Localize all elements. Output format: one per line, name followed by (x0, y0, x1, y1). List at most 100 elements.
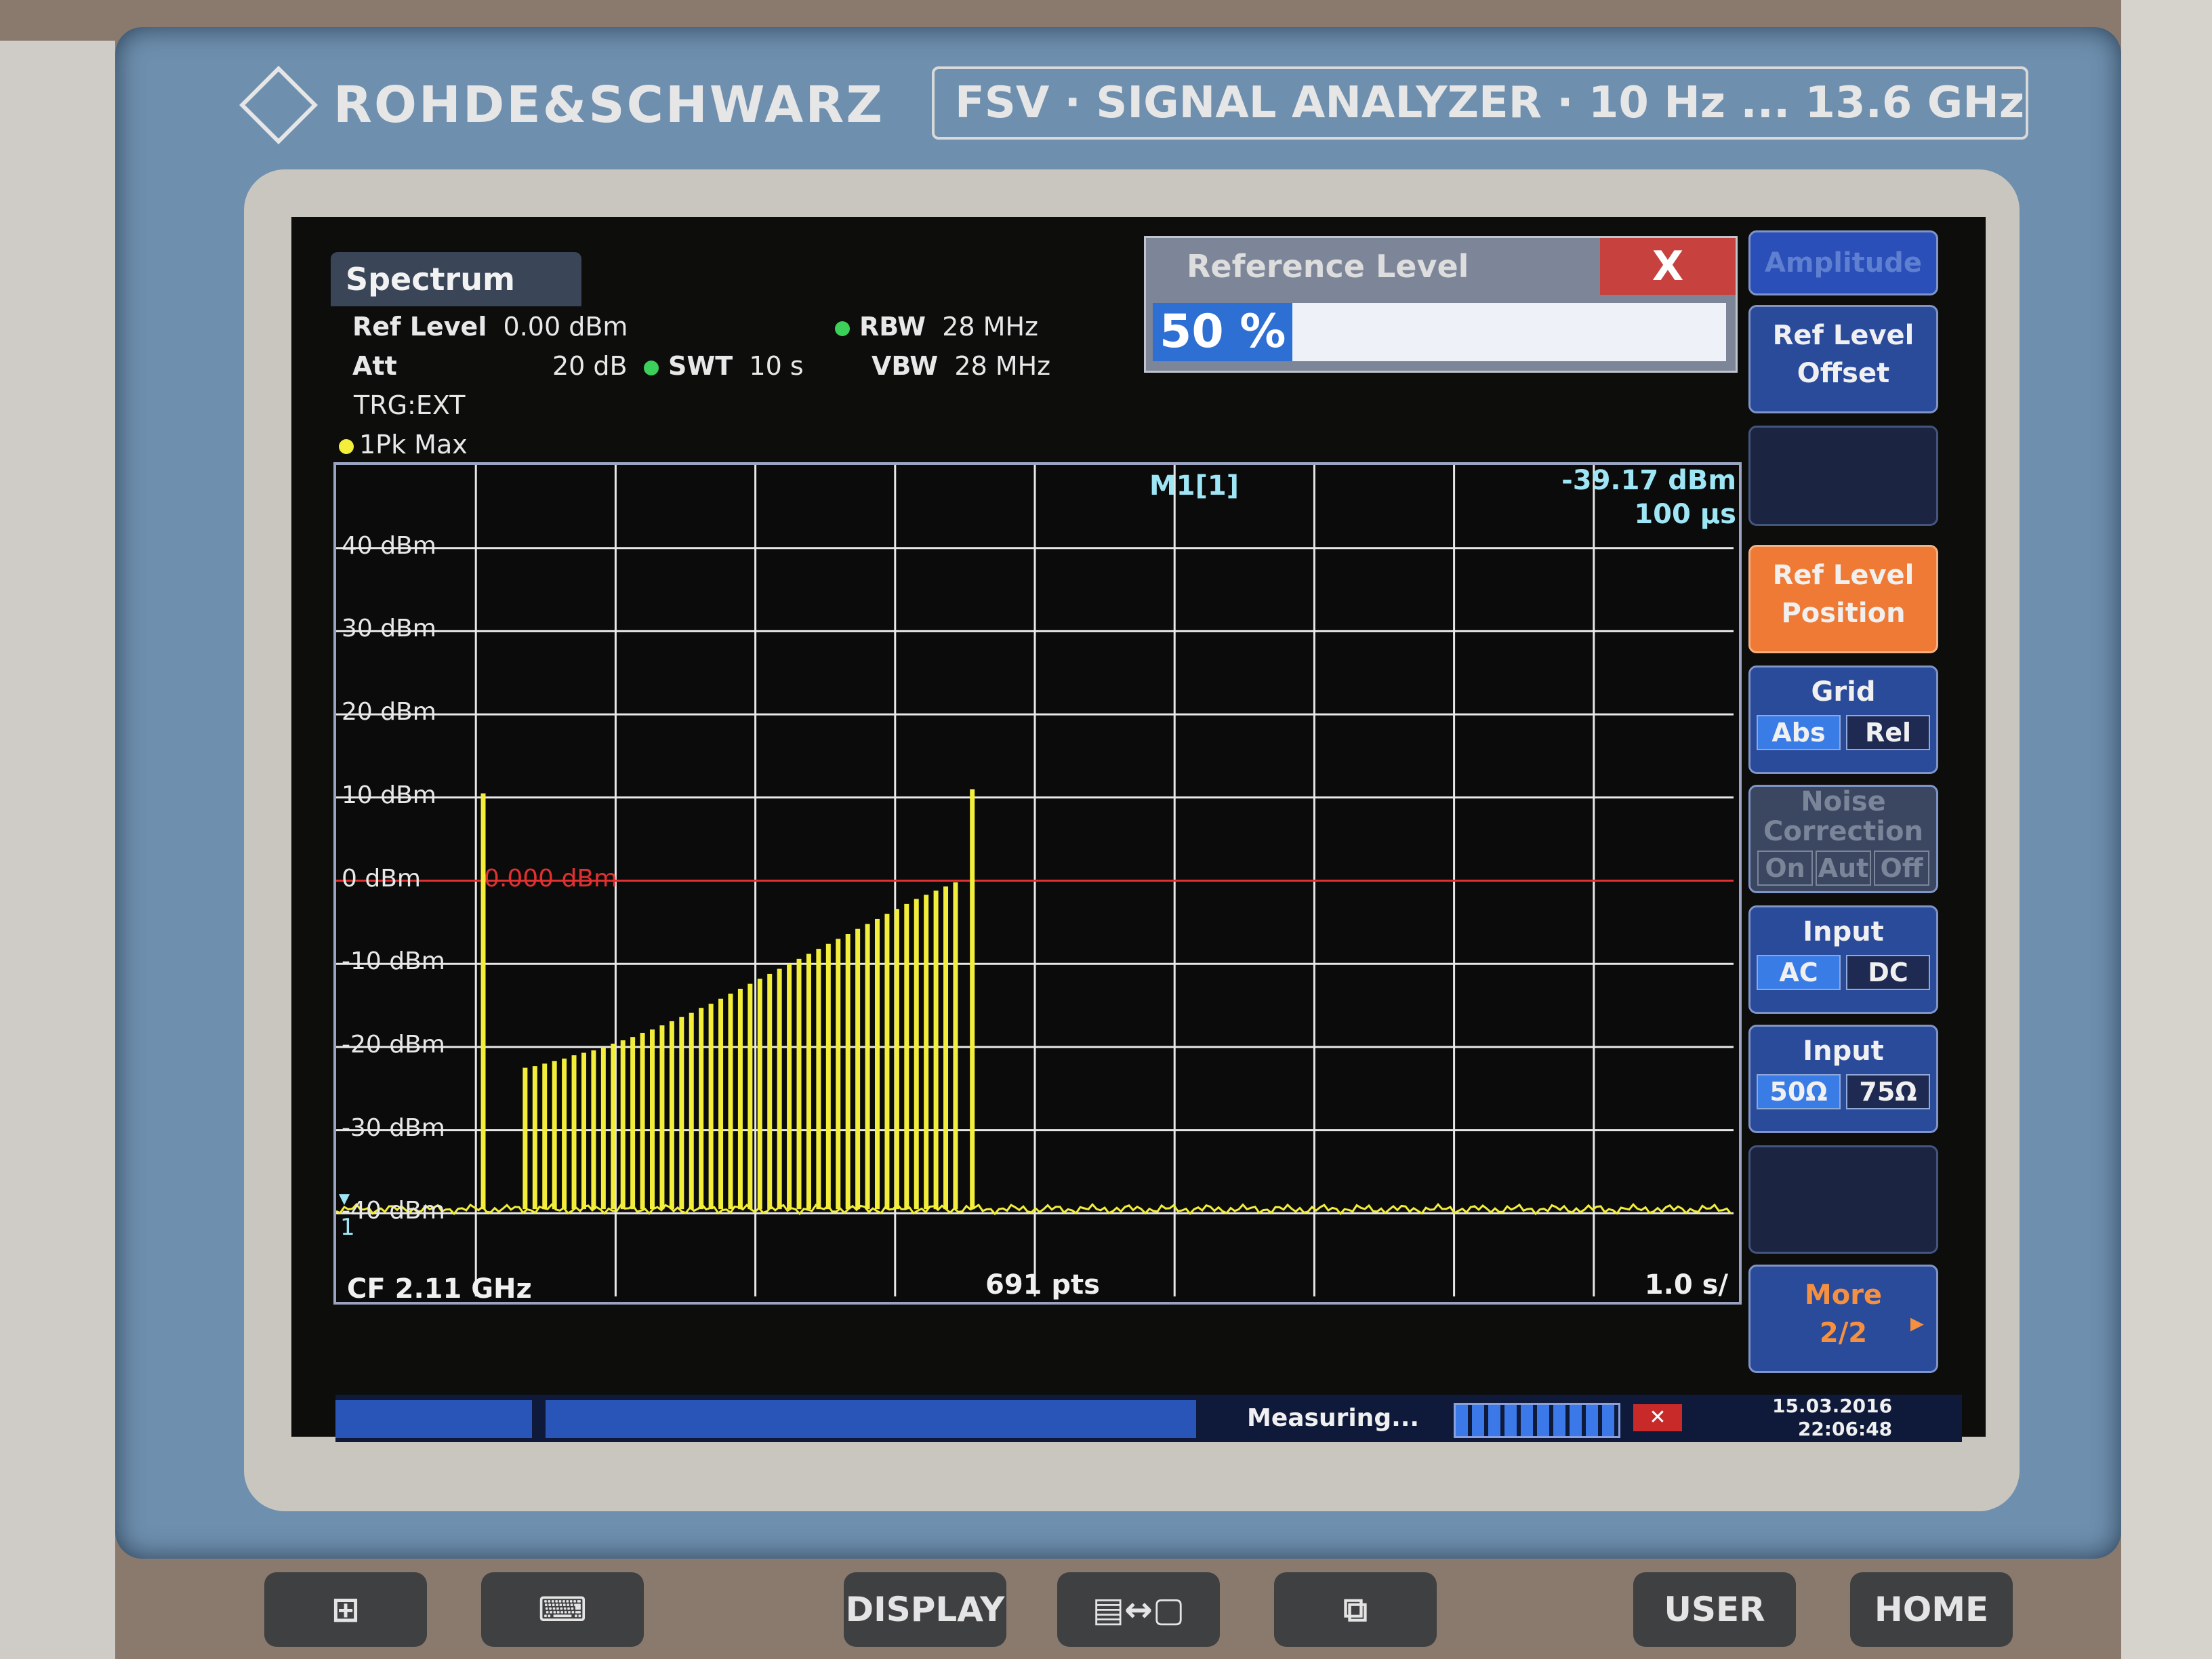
y-tick-label: 10 dBm (342, 781, 436, 809)
input-50ohm-option[interactable]: 50Ω (1757, 1074, 1841, 1109)
model-text: FSV · SIGNAL ANALYZER · 10 Hz ... 13.6 G… (955, 78, 2025, 128)
trace-pulse (825, 943, 831, 1210)
spectrum-plot[interactable]: 40 dBm 30 dBm 20 dBm 10 dBm 0 dBm -10 dBm -20 … (333, 462, 1742, 1305)
status-segment-2 (546, 1400, 1196, 1438)
noise-on-option[interactable]: On (1757, 851, 1813, 886)
trace-pulse (787, 964, 792, 1210)
rbw-status-icon (835, 321, 850, 336)
trace-pulse (796, 958, 802, 1210)
trace-pulse (943, 886, 949, 1210)
status-text: Measuring... (1247, 1404, 1420, 1432)
trace-pulse (689, 1012, 694, 1210)
softkey-menu-title: Amplitude (1748, 230, 1938, 295)
display-key[interactable]: DISPLAY (844, 1572, 1006, 1647)
input-ac-option[interactable]: AC (1757, 955, 1841, 990)
swt-value: 10 s (749, 351, 804, 381)
swt-label: SWT (668, 351, 733, 381)
rbw-setting: RBW 28 MHz (835, 312, 1038, 342)
keyboard-key[interactable]: ⌨ (481, 1572, 644, 1647)
reference-level-dialog[interactable]: Reference Level Posi... X 50 % (1144, 236, 1738, 373)
ref-level-value: 0.00 dBm (503, 312, 628, 342)
input-75ohm-option[interactable]: 75Ω (1846, 1074, 1930, 1109)
trace-pulse (708, 1004, 714, 1210)
trace-pulse (679, 1017, 684, 1210)
softkey-more[interactable]: More 2/2 ▸ (1748, 1265, 1938, 1373)
trace-pulse (699, 1008, 704, 1210)
softkey-ref-level-position-line1: Ref Level (1772, 560, 1914, 591)
ref-line-label: 0.000 dBm (484, 864, 618, 893)
trace-pulse (737, 989, 743, 1210)
softkey-noise-correction[interactable]: Noise Correction On Aut Off (1748, 785, 1938, 893)
trace-pulse (767, 973, 773, 1210)
tab-spectrum[interactable]: Spectrum (331, 252, 581, 306)
marker-level: -39.17 dBm (1561, 465, 1736, 496)
noise-auto-option[interactable]: Aut (1816, 851, 1871, 886)
trace-pulse (806, 954, 811, 1210)
trace-pulse (611, 1043, 616, 1210)
ref-level-label: Ref Level (352, 312, 487, 342)
softkey-ref-level-position[interactable]: Ref Level Position (1748, 545, 1938, 653)
noise-off-option[interactable]: Off (1874, 851, 1929, 886)
user-key[interactable]: USER (1633, 1572, 1796, 1647)
softkey-grid[interactable]: Grid Abs Rel (1748, 665, 1938, 774)
y-tick-label: -30 dBm (342, 1113, 445, 1142)
trace-pulse (659, 1025, 665, 1210)
y-tick-label: 0 dBm (342, 864, 421, 893)
home-key[interactable]: HOME (1850, 1572, 2013, 1647)
trace-pulse (581, 1052, 586, 1210)
split-screen-key[interactable]: ▤↔▢ (1057, 1572, 1220, 1647)
trace-pulse (904, 903, 909, 1210)
rbw-value: 28 MHz (942, 312, 1038, 342)
y-tick-label: 30 dBm (342, 615, 436, 643)
window-switch-icon: ⧉ (1343, 1590, 1368, 1629)
trace-pulse (874, 918, 880, 1210)
grid-abs-option[interactable]: Abs (1757, 715, 1841, 750)
dialog-close-button[interactable]: X (1600, 238, 1736, 295)
softkey-input-impedance[interactable]: Input 50Ω 75Ω (1748, 1025, 1938, 1133)
att-setting: Att (352, 351, 397, 381)
softkey-ref-level-offset-line1: Ref Level (1772, 320, 1914, 351)
softkey-ref-level-offset[interactable]: Ref Level Offset (1748, 305, 1938, 413)
sweep-points: 691 pts (985, 1269, 1100, 1300)
grid-rel-option[interactable]: Rel (1846, 715, 1930, 750)
softkey-noise-label1: Noise (1801, 786, 1886, 817)
chevron-right-icon: ▸ (1910, 1307, 1924, 1338)
trace-pulse (718, 998, 724, 1210)
y-tick-label: -40 dBm (342, 1197, 445, 1225)
trace-pulse (884, 914, 890, 1210)
error-indicator-icon: ✕ (1633, 1404, 1682, 1431)
trace-pulse (630, 1037, 636, 1210)
trace-mode: 1Pk Max (359, 430, 468, 459)
softkey-grid-label: Grid (1811, 676, 1876, 708)
trace-pulse (970, 789, 975, 1210)
input-dc-option[interactable]: DC (1846, 955, 1930, 990)
trace-pulse (914, 899, 919, 1210)
status-date: 15.03.2016 (1772, 1395, 1893, 1417)
sweep-progress-bar (1454, 1403, 1620, 1438)
rbw-label: RBW (859, 312, 926, 342)
grid-options: Abs Rel (1750, 715, 1936, 750)
dialog-value-field[interactable]: 50 % (1153, 303, 1726, 361)
softkey-more-label: More (1804, 1279, 1883, 1311)
status-bar: Measuring... ✕ 15.03.2016 22:06:48 (335, 1395, 1962, 1442)
windows-key[interactable]: ⊞ (264, 1572, 427, 1647)
brand-logo: ROHDE&SCHWARZ (239, 66, 884, 144)
trace-pulse (532, 1066, 537, 1210)
status-datetime: 15.03.2016 22:06:48 (1772, 1395, 1892, 1441)
trace-pulse (816, 949, 821, 1210)
device-right-panel (2121, 0, 2212, 1659)
trace-pulse (777, 968, 782, 1210)
softkey-blank-2 (1748, 1145, 1938, 1254)
dialog-title: Reference Level Posi... (1187, 248, 1469, 342)
y-tick-label: 20 dBm (342, 698, 436, 726)
softkey-input-coupling-label: Input (1803, 916, 1884, 947)
softkey-input-coupling[interactable]: Input AC DC (1748, 905, 1938, 1014)
softkey-more-page: 2/2 (1819, 1317, 1868, 1349)
window-switch-key[interactable]: ⧉ (1274, 1572, 1437, 1647)
marker-number: 1 (340, 1214, 355, 1241)
softkey-noise-label2: Correction (1763, 816, 1923, 847)
marker-time: 100 µs (1634, 499, 1736, 530)
trace-pulse (836, 939, 841, 1210)
windows-icon: ⊞ (331, 1590, 360, 1629)
trace-pulse (669, 1021, 674, 1210)
